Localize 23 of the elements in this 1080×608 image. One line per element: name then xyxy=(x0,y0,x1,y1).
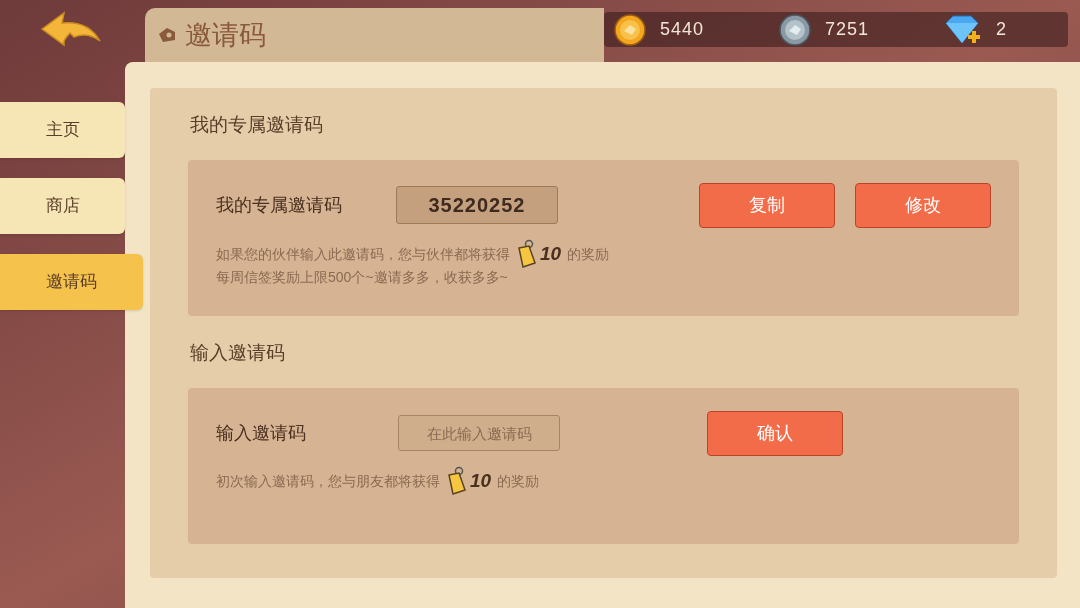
reward-amount: 10 xyxy=(470,468,492,493)
section-heading: 输入邀请码 xyxy=(190,341,286,365)
sidebar-tab[interactable]: 商店 xyxy=(0,178,125,234)
currency-amount: 5440 xyxy=(659,18,704,41)
reward-note: 的奖励 xyxy=(567,244,610,264)
reward-note: 如果您的伙伴输入此邀请码，您与伙伴都将获得 xyxy=(216,244,510,264)
reward-note: 初次输入邀请码，您与朋友都将获得 xyxy=(216,471,440,491)
sidebar-tab[interactable]: 邀请码 xyxy=(0,254,143,310)
currency-amount: 7251 xyxy=(824,18,869,41)
section-heading: 我的专属邀请码 xyxy=(190,113,324,137)
field-label: 我的专属邀请码 xyxy=(216,193,343,217)
page-title: 邀请码 xyxy=(184,18,266,52)
coin-icon xyxy=(778,13,811,46)
field-label: 输入邀请码 xyxy=(216,421,307,445)
reward-note: 的奖励 xyxy=(497,471,540,491)
reward-amount: 10 xyxy=(540,241,562,266)
tag-icon xyxy=(156,26,177,44)
invite-code-display: 35220252 xyxy=(396,186,558,224)
invite-code-input[interactable]: 在此输入邀请码 xyxy=(398,415,560,451)
currency-amount: 2 xyxy=(995,18,1007,41)
coin-icon xyxy=(613,13,646,46)
limit-note: 每周信签奖励上限500个~邀请多多，收获多多~ xyxy=(216,268,509,287)
sidebar-tab[interactable]: 主页 xyxy=(0,102,125,158)
